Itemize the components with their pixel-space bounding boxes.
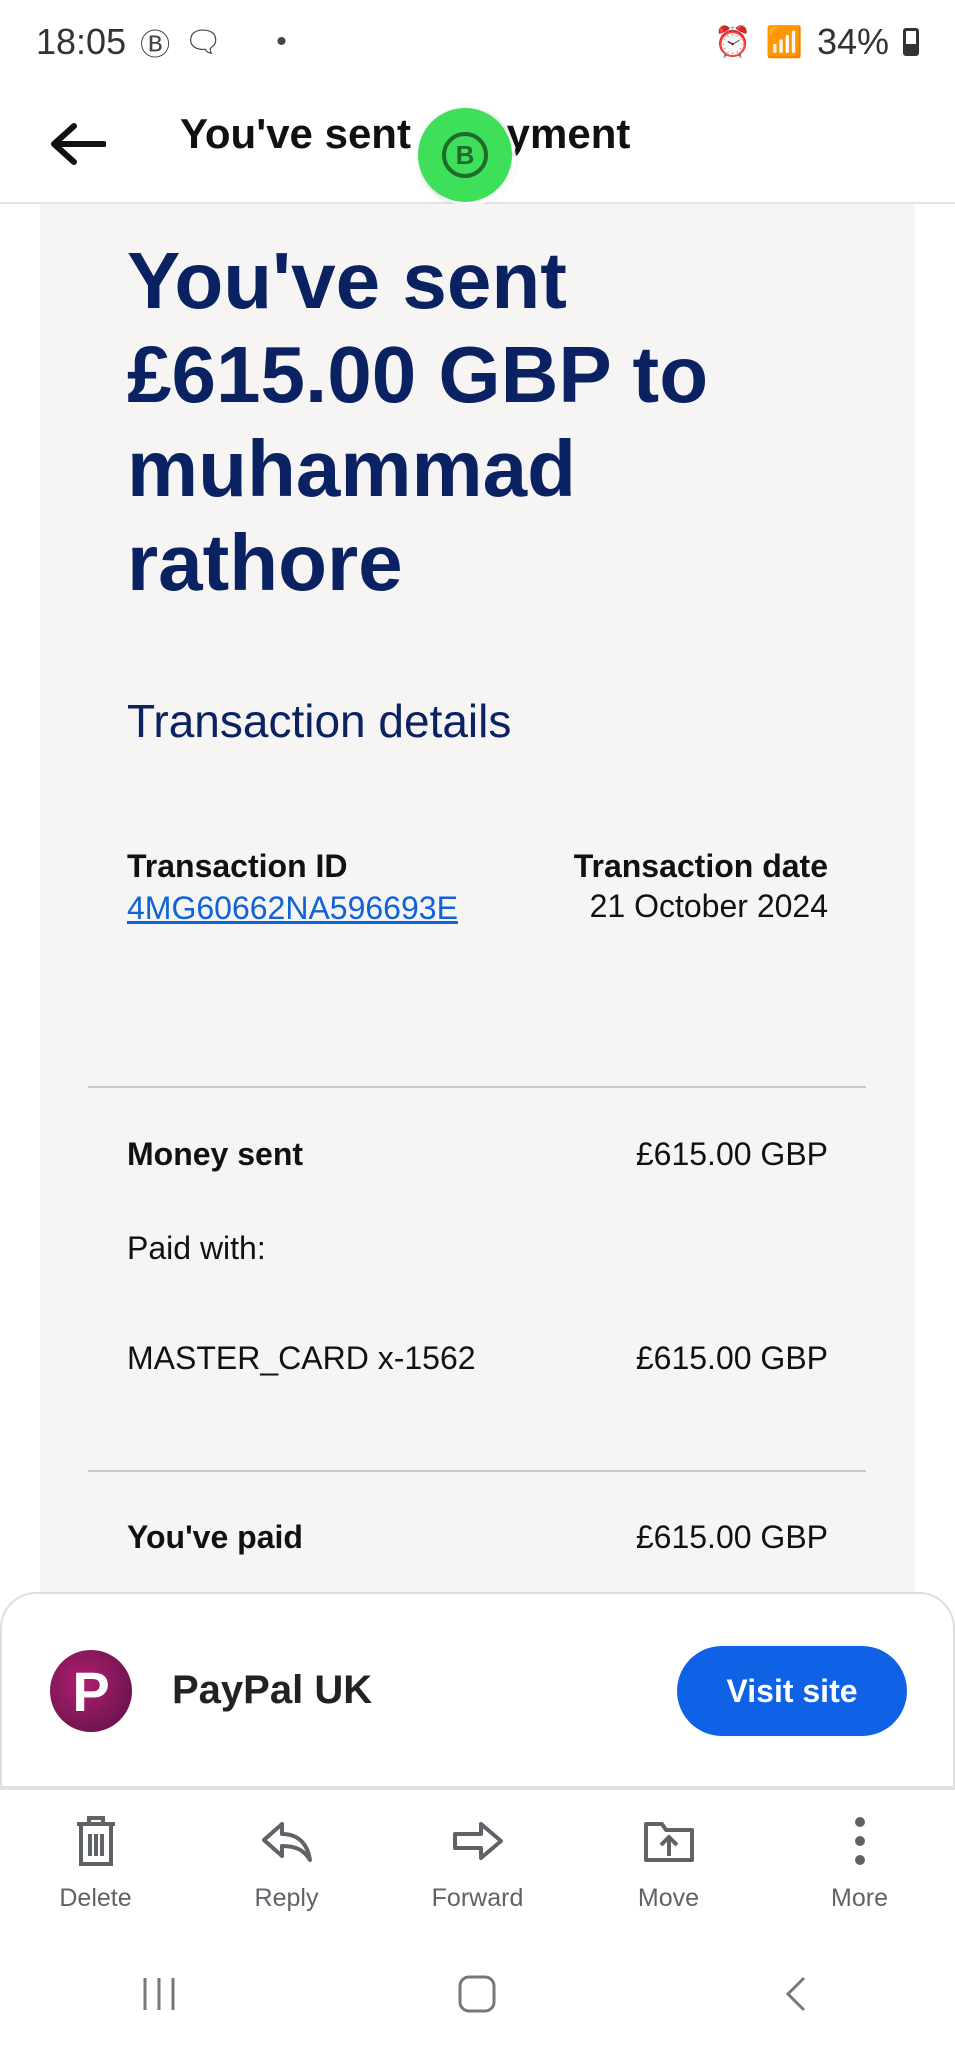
money-sent-amount: £615.00 GBP	[635, 1136, 828, 1172]
status-time: 18:05	[36, 21, 127, 62]
sender-logo: P	[50, 1650, 132, 1732]
forward-label: Forward	[431, 1884, 524, 1912]
status-left: 18:05 Ⓑ 🗨 •	[36, 20, 287, 64]
divider	[88, 1086, 866, 1088]
transaction-details-heading: Transaction details	[127, 695, 512, 747]
business-b-icon: B	[442, 132, 488, 178]
home-icon[interactable]	[417, 1964, 537, 2024]
transaction-id-link[interactable]: 4MG60662NA596693E	[127, 888, 467, 928]
message-notification-icon: 🗨	[184, 25, 223, 59]
more-button[interactable]: More	[764, 1790, 955, 1940]
dot-icon: •	[276, 25, 287, 58]
delete-button[interactable]: Delete	[0, 1790, 191, 1940]
receipt-card: You've sent £615.00 GBP to muhammad rath…	[40, 204, 915, 1594]
business-notification-icon: Ⓑ	[140, 29, 171, 62]
trash-icon	[76, 1816, 115, 1866]
email-toolbar: Delete Reply Forward Move More	[0, 1790, 955, 1940]
email-subject-title: You've sent a payment	[180, 110, 631, 157]
transaction-id-label: Transaction ID	[127, 848, 348, 884]
divider	[88, 1470, 866, 1472]
floating-chat-head-icon[interactable]: B	[418, 108, 512, 202]
card-label: MASTER_CARD x-1562	[127, 1340, 476, 1376]
status-bar: 18:05 Ⓑ 🗨 • ⏰ 📶 34%	[0, 0, 955, 84]
system-navigation-bar	[0, 1940, 955, 2048]
sender-sheet: P PayPal UK Visit site	[0, 1592, 955, 1788]
more-label: More	[831, 1884, 888, 1912]
reply-button[interactable]: Reply	[191, 1790, 382, 1940]
move-folder-icon	[643, 1822, 694, 1862]
back-icon[interactable]	[736, 1964, 856, 2024]
battery-icon	[903, 28, 919, 56]
forward-button[interactable]: Forward	[382, 1790, 573, 1940]
move-button[interactable]: Move	[573, 1790, 764, 1940]
wifi-icon: 📶	[765, 25, 803, 59]
card-amount: £615.00 GBP	[635, 1340, 828, 1376]
payment-headline: You've sent £615.00 GBP to muhammad rath…	[127, 236, 709, 607]
paid-with-label: Paid with:	[127, 1230, 266, 1266]
forward-arrow-icon	[452, 1822, 503, 1860]
delete-label: Delete	[59, 1884, 132, 1912]
status-right: ⏰ 📶 34%	[714, 21, 919, 63]
recent-apps-icon[interactable]	[99, 1964, 219, 2024]
transaction-date-label: Transaction date	[573, 848, 828, 884]
battery-percentage: 34%	[816, 21, 889, 62]
reply-icon	[261, 1822, 312, 1862]
more-vertical-icon	[854, 1817, 865, 1865]
visit-site-button[interactable]: Visit site	[677, 1646, 907, 1736]
money-sent-label: Money sent	[127, 1136, 304, 1172]
move-label: Move	[637, 1884, 700, 1912]
alarm-icon: ⏰	[714, 25, 752, 59]
paid-label: You've paid	[127, 1519, 303, 1555]
reply-label: Reply	[254, 1884, 319, 1912]
transaction-date-value: 21 October 2024	[589, 888, 828, 924]
back-arrow-icon[interactable]	[44, 110, 112, 178]
sender-name: PayPal UK	[172, 1668, 373, 1712]
paid-amount: £615.00 GBP	[635, 1519, 828, 1555]
